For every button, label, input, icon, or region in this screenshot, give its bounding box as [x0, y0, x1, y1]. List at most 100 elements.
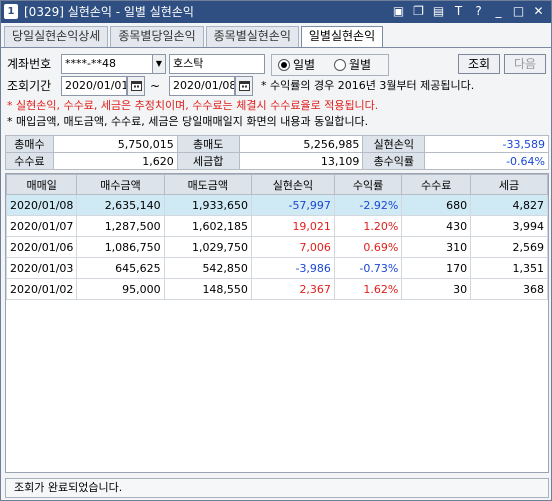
maximize-icon[interactable]: □ [510, 3, 527, 20]
account-dropdown-icon[interactable]: ▼ [152, 54, 166, 74]
copy-window-icon[interactable]: ❐ [410, 3, 427, 20]
tab-divider [1, 47, 551, 48]
estimate-notice: * 실현손익, 수수료, 세금은 추정치이며, 수수료는 체결시 수수료율로 적… [7, 99, 379, 112]
date-to-input[interactable]: 2020/01/08 [169, 76, 235, 96]
cell-fee: 30 [401, 278, 472, 300]
total-sell-label: 총매도 [176, 135, 240, 153]
total-return-label: 총수익률 [362, 152, 426, 170]
radio-monthly-indicator[interactable] [334, 59, 346, 71]
tab-item-daily-pnl[interactable]: 종목별당일손익 [110, 26, 204, 47]
cell-trade-date: 2020/01/06 [5, 236, 78, 258]
daily-pnl-grid[interactable]: 매매일 매수금액 매도금액 실현손익 수익률 수수료 세금 2020/01/08… [5, 173, 549, 473]
cell-return-rate: -2.92% [333, 194, 403, 216]
radio-monthly-label: 월별 [349, 58, 372, 72]
table-row[interactable]: 2020/01/06 1,086,750 1,029,750 7,006 0.69% 31… [5, 236, 548, 258]
total-sell-value: 5,256,985 [238, 135, 364, 153]
cell-sell-amount: 1,029,750 [163, 236, 252, 258]
radio-daily[interactable]: 일별 [278, 55, 315, 75]
calendar-from-icon[interactable] [127, 76, 145, 96]
calendar-to-icon[interactable] [235, 76, 253, 96]
cell-trade-date: 2020/01/02 [5, 278, 78, 300]
tax-label: 세금합 [176, 152, 240, 170]
table-row[interactable]: 2020/01/07 1,287,500 1,602,185 19,021 1.20% 4… [5, 215, 548, 237]
tab-daily-realized-detail[interactable]: 당일실현손익상세 [4, 26, 109, 47]
tax-value: 13,109 [238, 152, 364, 170]
daily-pnl-table: 매매일 매수금액 매도금액 실현손익 수익률 수수료 세금 2020/01/08… [5, 174, 548, 300]
cell-tax: 1,351 [470, 257, 548, 279]
table-row[interactable]: 2020/01/08 2,635,140 1,933,650 -57,997 -2.92… [5, 194, 548, 216]
cell-fee: 310 [401, 236, 472, 258]
total-buy-value: 5,750,015 [52, 135, 178, 153]
tab-item-realized-pnl[interactable]: 종목별실현손익 [205, 26, 299, 47]
cell-return-rate: -0.73% [333, 257, 403, 279]
col-realized-pnl[interactable]: 실현손익 [250, 174, 335, 195]
cell-realized-pnl: -57,997 [250, 194, 335, 216]
app-icon: 1 [4, 4, 18, 19]
title-bar[interactable]: 1 [0329] 실현손익 - 일별 실현손익 ▣ ❐ ▤ T ? _ □ ✕ [1, 1, 551, 23]
cell-sell-amount: 1,933,650 [163, 194, 252, 216]
next-button[interactable]: 다음 [504, 54, 546, 74]
cell-fee: 430 [401, 215, 472, 237]
fee-label: 수수료 [5, 152, 54, 170]
cell-trade-date: 2020/01/08 [5, 194, 78, 216]
cell-tax: 3,994 [470, 215, 548, 237]
tab-daily-realized-pnl[interactable]: 일별실현손익 [300, 26, 384, 48]
total-buy-label: 총매수 [5, 135, 54, 153]
cell-realized-pnl: -3,986 [250, 257, 335, 279]
cell-fee: 680 [401, 194, 472, 216]
account-name-field: 호스탁 [169, 54, 265, 74]
cell-buy-amount: 1,287,500 [76, 215, 165, 237]
date-range-tilde: ~ [150, 79, 161, 93]
date-from-input[interactable]: 2020/01/01 [61, 76, 127, 96]
cell-tax: 2,569 [470, 236, 548, 258]
table-row[interactable]: 2020/01/03 645,625 542,850 -3,986 -0.73% 170 1… [5, 257, 548, 279]
col-buy-amount[interactable]: 매수금액 [76, 174, 165, 195]
link-icon[interactable]: ▣ [390, 3, 407, 20]
cell-buy-amount: 645,625 [76, 257, 165, 279]
radio-daily-label: 일별 [293, 58, 316, 72]
cell-return-rate: 1.62% [333, 278, 403, 300]
window-title: [0329] 실현손익 - 일별 실현손익 [24, 5, 194, 19]
grid-body: 2020/01/08 2,635,140 1,933,650 -57,997 -2.92… [5, 194, 548, 300]
cell-tax: 368 [470, 278, 548, 300]
col-sell-amount[interactable]: 매도금액 [163, 174, 252, 195]
col-tax[interactable]: 세금 [470, 174, 548, 195]
account-number-input[interactable]: ****-**48 [61, 54, 153, 74]
cell-sell-amount: 148,550 [163, 278, 252, 300]
cell-realized-pnl: 2,367 [250, 278, 335, 300]
cell-realized-pnl: 7,006 [250, 236, 335, 258]
cell-return-rate: 1.20% [333, 215, 403, 237]
total-return-value: -0.64% [424, 152, 549, 170]
cell-return-rate: 0.69% [333, 236, 403, 258]
cell-trade-date: 2020/01/03 [5, 257, 78, 279]
close-icon[interactable]: ✕ [530, 3, 547, 20]
return-notice: * 수익률의 경우 2016년 3월부터 제공됩니다. [261, 79, 475, 92]
fee-value: 1,620 [52, 152, 178, 170]
tab-bar: 당일실현손익상세 종목별당일손익 종목별실현손익 일별실현손익 [4, 26, 385, 48]
col-trade-date[interactable]: 매매일 [5, 174, 78, 195]
status-bar: 조회가 완료되었습니다. [5, 478, 549, 498]
query-button[interactable]: 조회 [458, 54, 500, 74]
cell-sell-amount: 542,850 [163, 257, 252, 279]
realized-pnl-label: 실현손익 [362, 135, 426, 153]
radio-monthly[interactable]: 월별 [334, 55, 371, 75]
help-icon[interactable]: ? [470, 3, 487, 20]
table-row[interactable]: 2020/01/02 95,000 148,550 2,367 1.62% 30 368 [5, 278, 548, 300]
col-return-rate[interactable]: 수익률 [333, 174, 403, 195]
cell-fee: 170 [401, 257, 472, 279]
journal-notice: * 매입금액, 매도금액, 수수료, 세금은 당일매매일지 화면의 내용과 동일… [7, 115, 369, 128]
cell-tax: 4,827 [470, 194, 548, 216]
cell-sell-amount: 1,602,185 [163, 215, 252, 237]
minimize-icon[interactable]: _ [490, 3, 507, 20]
cell-trade-date: 2020/01/07 [5, 215, 78, 237]
cell-buy-amount: 2,635,140 [76, 194, 165, 216]
period-label: 조회기간 [7, 79, 52, 93]
radio-daily-indicator[interactable] [278, 59, 290, 71]
app-window: 1 [0329] 실현손익 - 일별 실현손익 ▣ ❐ ▤ T ? _ □ ✕ … [0, 0, 552, 501]
screen-icon[interactable]: ▤ [430, 3, 447, 20]
cell-realized-pnl: 19,021 [250, 215, 335, 237]
font-size-icon[interactable]: T [450, 3, 467, 20]
account-label: 계좌번호 [7, 57, 52, 71]
col-fee[interactable]: 수수료 [401, 174, 472, 195]
cell-buy-amount: 95,000 [76, 278, 165, 300]
